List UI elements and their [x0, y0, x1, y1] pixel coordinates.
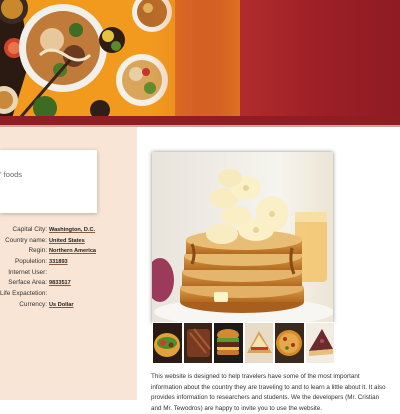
info-row-surface-area: Serface Area: 9833517: [0, 279, 137, 290]
info-value: Northern America: [49, 248, 97, 255]
site-description: This website is designed to help travele…: [151, 373, 386, 412]
thumbnail-pizza[interactable]: [274, 322, 305, 364]
info-label: Populetion:: [15, 258, 47, 266]
thumbnail-burger[interactable]: [213, 322, 244, 364]
info-label: Regin:: [28, 247, 47, 255]
info-value: 9833517: [49, 280, 71, 287]
info-value: United States: [49, 237, 85, 244]
info-row-country-name: Country name: United States: [0, 237, 137, 248]
info-label: Internet User:: [8, 268, 47, 276]
info-label: Country name:: [5, 236, 47, 244]
info-value: Washington, D.C.: [49, 227, 96, 233]
info-row-currency: Currency: Us Dollar: [0, 301, 137, 312]
info-value: Us Dollar: [49, 301, 74, 308]
header-banner: [0, 0, 400, 118]
info-value: 331893: [49, 259, 68, 266]
thumbnail-sandwich[interactable]: [243, 322, 274, 364]
thumbnail-pie[interactable]: [304, 322, 335, 364]
thumbnail-strip: [152, 322, 335, 364]
info-label: Life Expactetion:: [0, 290, 48, 298]
thumbnail-taco[interactable]: [152, 322, 183, 364]
info-row-internet-user: Internet User:: [0, 269, 137, 280]
header-stripe: [0, 116, 400, 125]
info-label: Capital City:: [12, 226, 47, 233]
banner-gradient: [150, 0, 240, 118]
info-row-region: Regin: Northern America: [0, 247, 137, 258]
food-collage-image: [0, 0, 175, 118]
info-label: Serface Area:: [8, 279, 47, 287]
info-label: Currency:: [19, 300, 47, 308]
info-row-population: Populetion: 331893: [0, 258, 137, 269]
country-info-list: Capital City: Washington, D.C. Country n…: [0, 226, 137, 312]
pancakes-image: [152, 152, 333, 323]
info-row-capital: Capital City: Washington, D.C.: [0, 226, 137, 237]
search-input-text[interactable]: tries' foods: [0, 170, 22, 179]
info-row-life-expectation: Life Expactetion:: [0, 290, 137, 301]
main-food-image: [152, 152, 333, 323]
search-box[interactable]: tries' foods: [0, 150, 97, 213]
thumbnail-ribs[interactable]: [182, 322, 213, 364]
